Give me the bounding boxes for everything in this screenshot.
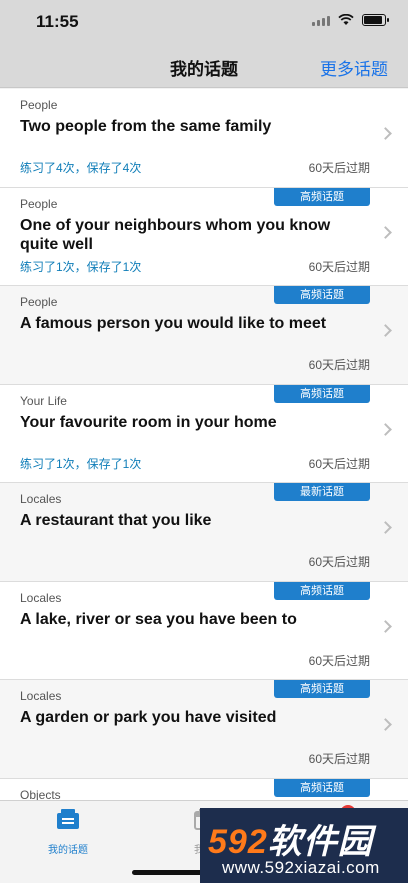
chevron-right-icon xyxy=(379,324,392,337)
battery-icon xyxy=(362,14,389,26)
topic-title: A famous person you would like to meet xyxy=(20,315,327,332)
expire-text: 60天后过期 xyxy=(308,752,370,766)
topic-badge: 高频话题 xyxy=(274,187,370,206)
topic-row[interactable]: 高频话题 Your Life Your favourite room in yo… xyxy=(0,384,408,483)
expire-text: 60天后过期 xyxy=(308,259,370,274)
expire-text: 60天后过期 xyxy=(308,653,370,668)
tab-label: 我的话题 xyxy=(48,845,88,856)
topic-row[interactable]: 高频话题 People A famous person you would li… xyxy=(0,286,408,385)
practice-stats: 练习了1次，保存了1次 xyxy=(20,259,142,274)
topic-row[interactable]: 高频话题 Locales A garden or park you have v… xyxy=(0,680,408,779)
chevron-right-icon xyxy=(379,521,392,534)
topic-badge: 最新话题 xyxy=(274,483,370,501)
topics-icon xyxy=(57,809,79,829)
wifi-icon xyxy=(338,14,354,25)
topic-badge: 高频话题 xyxy=(274,286,370,304)
watermark: 592软件园 www.592xiazai.com xyxy=(200,808,408,883)
expire-text: 60天后过期 xyxy=(308,161,370,175)
topic-title: A garden or park you have visited xyxy=(20,709,277,726)
topic-category: People xyxy=(20,295,58,309)
topic-list[interactable]: People Two people from the same family 练… xyxy=(0,89,408,800)
topic-category: Objects xyxy=(20,787,61,801)
topic-category: Locales xyxy=(20,590,62,605)
watermark-brand-text: 软件园 xyxy=(267,823,373,861)
watermark-brand-number: 592 xyxy=(208,823,268,861)
topic-category: People xyxy=(20,196,58,211)
topic-category: Locales xyxy=(20,492,62,506)
topic-row[interactable]: 高频话题 Objects xyxy=(0,778,408,801)
expire-text: 60天后过期 xyxy=(308,358,370,372)
topic-badge: 高频话题 xyxy=(274,680,370,698)
chevron-right-icon xyxy=(379,225,392,239)
topic-row[interactable]: 高频话题 Locales A lake, river or sea you ha… xyxy=(0,581,408,680)
topic-title: A restaurant that you like xyxy=(20,512,212,529)
topic-badge: 高频话题 xyxy=(274,778,370,797)
practice-stats: 练习了4次，保存了4次 xyxy=(20,161,142,175)
expire-text: 60天后过期 xyxy=(308,555,370,569)
chevron-right-icon xyxy=(379,718,392,731)
status-bar: 11:55 xyxy=(0,0,408,44)
chevron-right-icon xyxy=(379,619,392,633)
watermark-brand: 592软件园 xyxy=(208,814,373,863)
topic-title: One of your neighbours whom you know qui… xyxy=(20,216,331,253)
cellular-signal-icon xyxy=(312,14,330,26)
topic-row[interactable]: 高频话题 People One of your neighbours whom … xyxy=(0,187,408,286)
tab-my-topics[interactable]: 我的话题 xyxy=(18,807,118,856)
topic-title: A lake, river or sea you have been to xyxy=(20,610,297,628)
topic-row[interactable]: 最新话题 Locales A restaurant that you like … xyxy=(0,483,408,582)
expire-text: 60天后过期 xyxy=(308,456,370,471)
topic-row[interactable]: People Two people from the same family 练… xyxy=(0,89,408,188)
topic-category: Your Life xyxy=(20,393,67,408)
topic-category: People xyxy=(20,98,58,112)
topic-badge: 高频话题 xyxy=(274,581,370,600)
status-icons xyxy=(312,14,389,26)
watermark-url: www.592xiazai.com xyxy=(222,858,380,877)
practice-stats: 练习了1次，保存了1次 xyxy=(20,456,142,471)
status-time: 11:55 xyxy=(36,12,79,31)
topic-title: Your favourite room in your home xyxy=(20,413,277,431)
topic-title: Two people from the same family xyxy=(20,118,272,135)
chevron-right-icon xyxy=(379,127,392,140)
navigation-bar: 我的话题 更多话题 xyxy=(0,44,408,88)
topic-category: Locales xyxy=(20,689,62,703)
chevron-right-icon xyxy=(379,422,392,436)
more-topics-button[interactable]: 更多话题 xyxy=(320,55,388,80)
topic-badge: 高频话题 xyxy=(274,384,370,403)
